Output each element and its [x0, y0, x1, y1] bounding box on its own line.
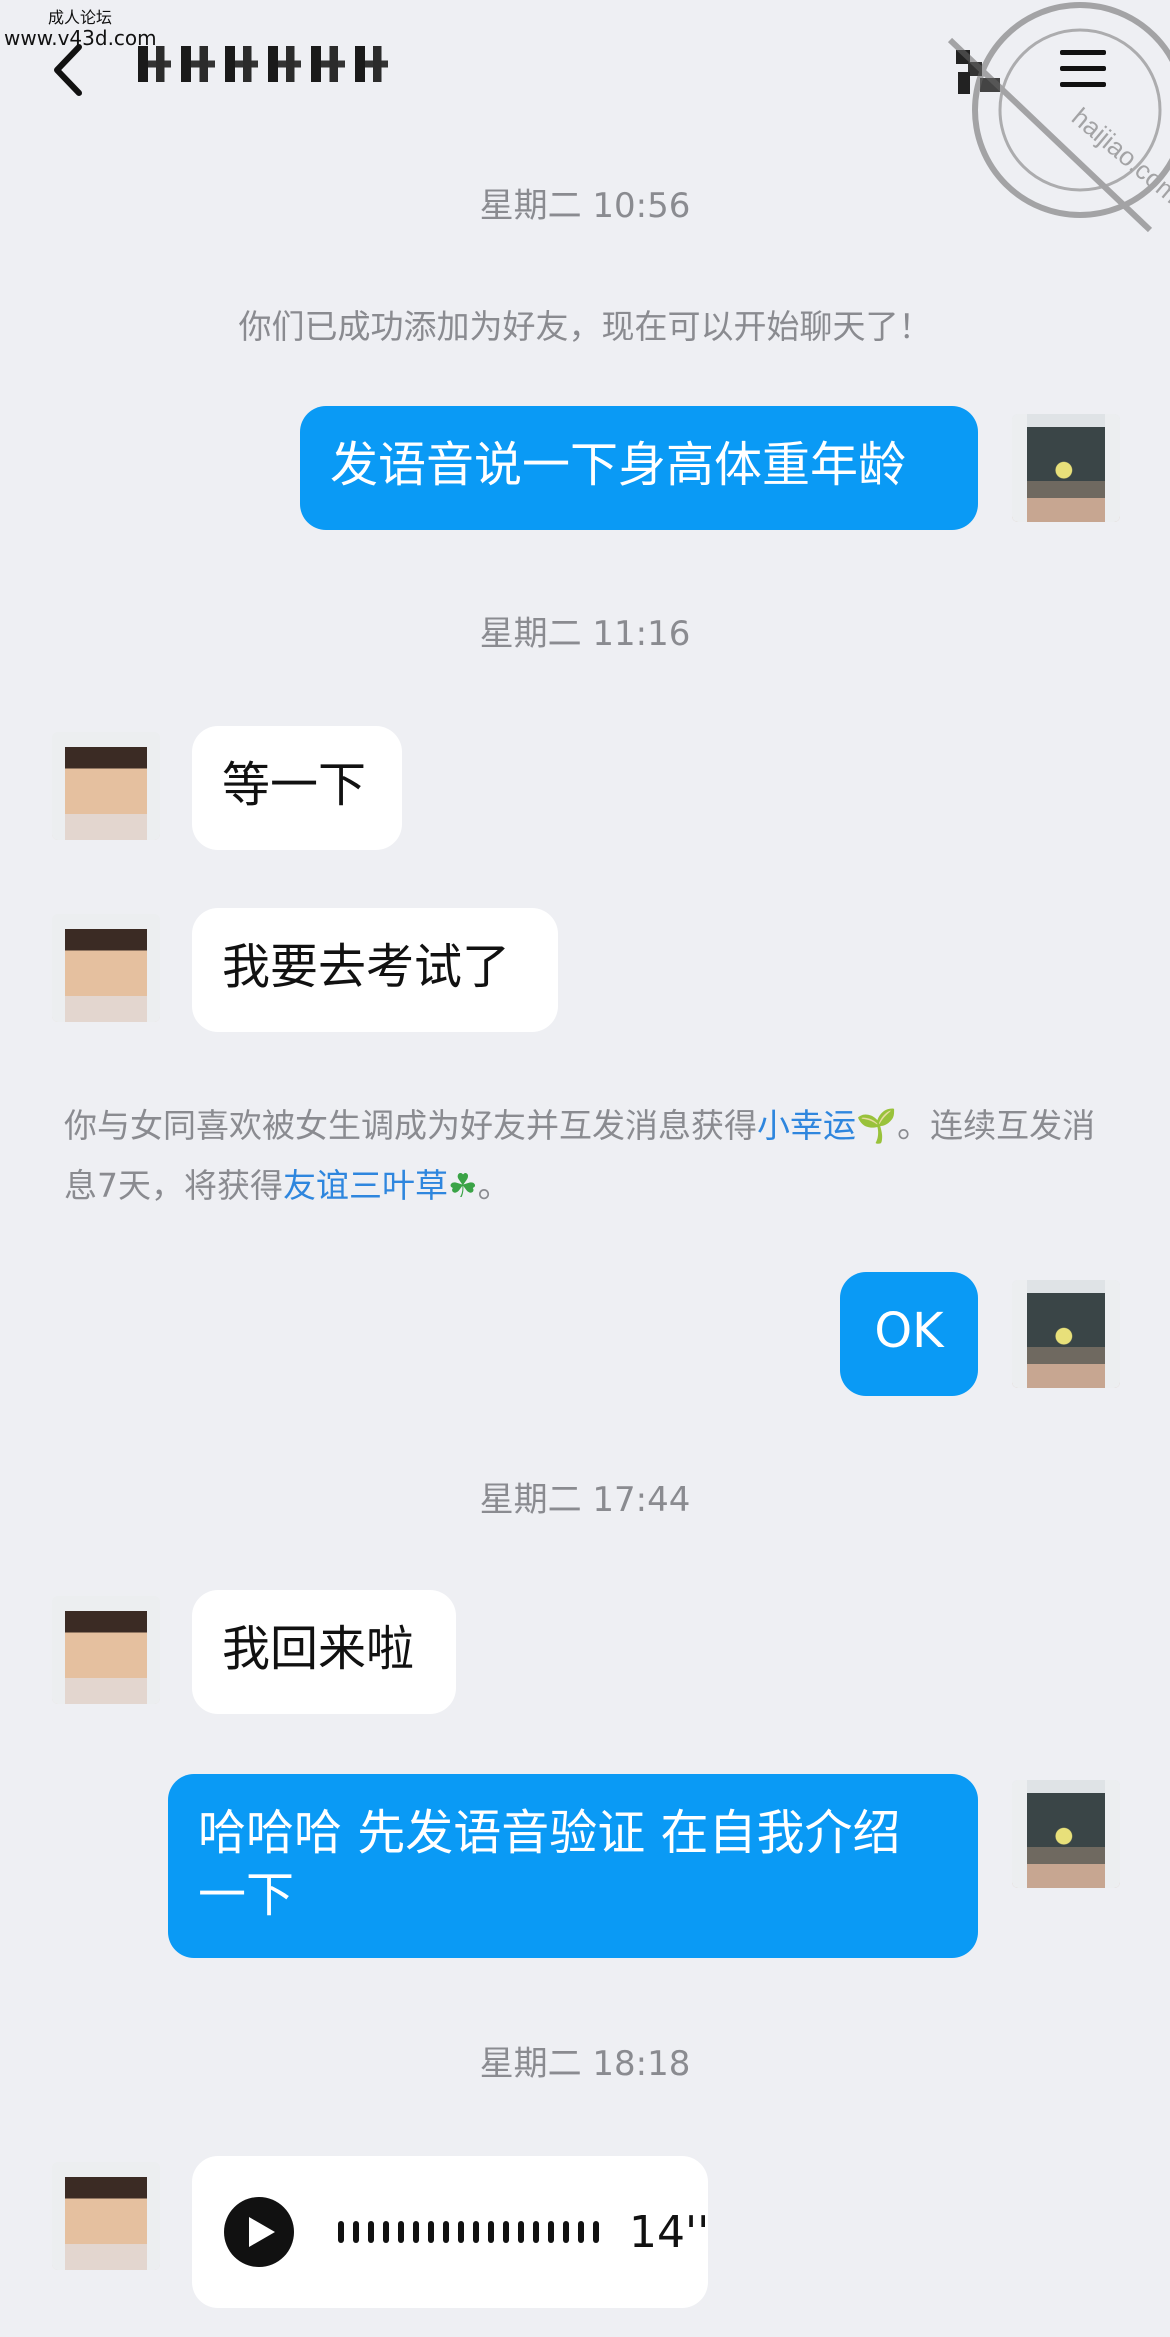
contact-avatar[interactable] [52, 2162, 160, 2270]
clover-icon: ☘ [448, 1166, 478, 1205]
system-notice-friend-added: 你们已成功添加为好友，现在可以开始聊天了！ [238, 307, 932, 346]
reward-text-part1: 你与女同喜欢被女生调成为好友并互发消息获得 [64, 1106, 757, 1145]
lucky-sprout-link[interactable]: 小幸运 [757, 1106, 856, 1145]
play-button[interactable] [224, 2197, 294, 2267]
play-icon [249, 2217, 275, 2247]
timestamp: 星期二 17:44 [479, 1480, 691, 1520]
contact-avatar[interactable] [52, 1596, 160, 1704]
outgoing-message[interactable]: 发语音说一下身高体重年龄 [300, 406, 978, 530]
incoming-message[interactable]: 等一下 [192, 726, 402, 850]
contact-avatar[interactable] [52, 732, 160, 840]
voice-message[interactable]: 14'' [192, 2156, 710, 2308]
voice-duration: 14'' [629, 2206, 710, 2258]
contact-name-obscured [138, 44, 388, 84]
timestamp: 星期二 11:16 [479, 614, 691, 654]
my-avatar[interactable] [1012, 1780, 1120, 1888]
reward-text-part3: 。 [477, 1166, 511, 1205]
back-button[interactable] [48, 40, 88, 100]
incoming-message[interactable]: 我回来啦 [192, 1590, 456, 1714]
outgoing-message[interactable]: 哈哈哈 先发语音验证 在自我介绍一下 [168, 1774, 978, 1958]
timestamp: 星期二 10:56 [479, 186, 691, 226]
contact-avatar[interactable] [52, 914, 160, 1022]
voice-waveform [338, 2221, 599, 2243]
incoming-message[interactable]: 我要去考试了 [192, 908, 558, 1032]
friendship-clover-link[interactable]: 友谊三叶草 [283, 1166, 448, 1205]
system-notice-friendship-reward: 你与女同喜欢被女生调成为好友并互发消息获得小幸运🌱。连续互发消息7天，将获得友谊… [64, 1096, 1114, 1216]
outgoing-message[interactable]: OK [840, 1272, 978, 1396]
my-avatar[interactable] [1012, 414, 1120, 522]
my-avatar[interactable] [1012, 1280, 1120, 1388]
sprout-icon: 🌱 [856, 1106, 898, 1145]
timestamp: 星期二 18:18 [479, 2044, 691, 2084]
chevron-left-icon [54, 44, 82, 96]
